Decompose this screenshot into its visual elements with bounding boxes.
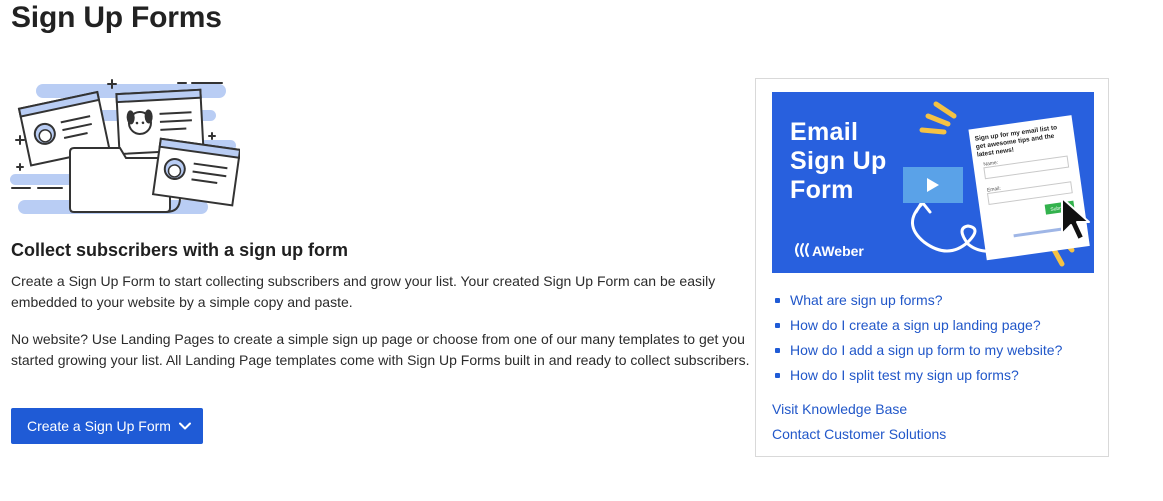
help-link-item: What are sign up forms? <box>774 288 1062 313</box>
sign-up-forms-page: Sign Up Forms Collect subscribers with a… <box>0 0 1163 501</box>
add-sign-up-form-to-website-link[interactable]: How do I add a sign up form to my websit… <box>790 342 1062 358</box>
create-sign-up-landing-page-link[interactable]: How do I create a sign up landing page? <box>790 317 1041 333</box>
page-title: Sign Up Forms <box>11 1 222 34</box>
video-title: Email Sign Up Form <box>790 118 887 205</box>
play-icon <box>926 177 940 193</box>
play-button[interactable] <box>903 167 963 203</box>
video-title-line: Email <box>790 118 859 146</box>
create-sign-up-form-label: Create a Sign Up Form <box>27 418 171 434</box>
visit-knowledge-base-link[interactable]: Visit Knowledge Base <box>772 401 907 417</box>
chevron-down-icon <box>178 422 191 430</box>
video-title-line: Sign Up <box>790 147 887 175</box>
contact-customer-solutions-link[interactable]: Contact Customer Solutions <box>772 426 946 442</box>
help-link-item: How do I split test my sign up forms? <box>774 363 1062 388</box>
video-thumbnail[interactable]: Sign up for my email list to get awesome… <box>772 92 1094 273</box>
help-links-list: What are sign up forms? How do I create … <box>772 288 1062 388</box>
landing-pages-paragraph: No website? Use Landing Pages to create … <box>11 331 750 368</box>
sign-up-forms-illustration <box>8 78 242 220</box>
video-title-line: Form <box>790 176 854 204</box>
create-sign-up-form-button[interactable]: Create a Sign Up Form <box>11 408 203 444</box>
intro-paragraph: Create a Sign Up Form to start collectin… <box>11 273 716 310</box>
help-link-item: How do I add a sign up form to my websit… <box>774 338 1062 363</box>
help-footer-links: Visit Knowledge Base Contact Customer So… <box>772 397 946 447</box>
split-test-sign-up-forms-link[interactable]: How do I split test my sign up forms? <box>790 367 1019 383</box>
aweber-logo: AWeber <box>812 243 864 259</box>
help-card: Sign up for my email list to get awesome… <box>755 78 1109 457</box>
what-are-sign-up-forms-link[interactable]: What are sign up forms? <box>790 292 943 308</box>
help-link-item: How do I create a sign up landing page? <box>774 313 1062 338</box>
section-heading: Collect subscribers with a sign up form <box>11 240 349 260</box>
